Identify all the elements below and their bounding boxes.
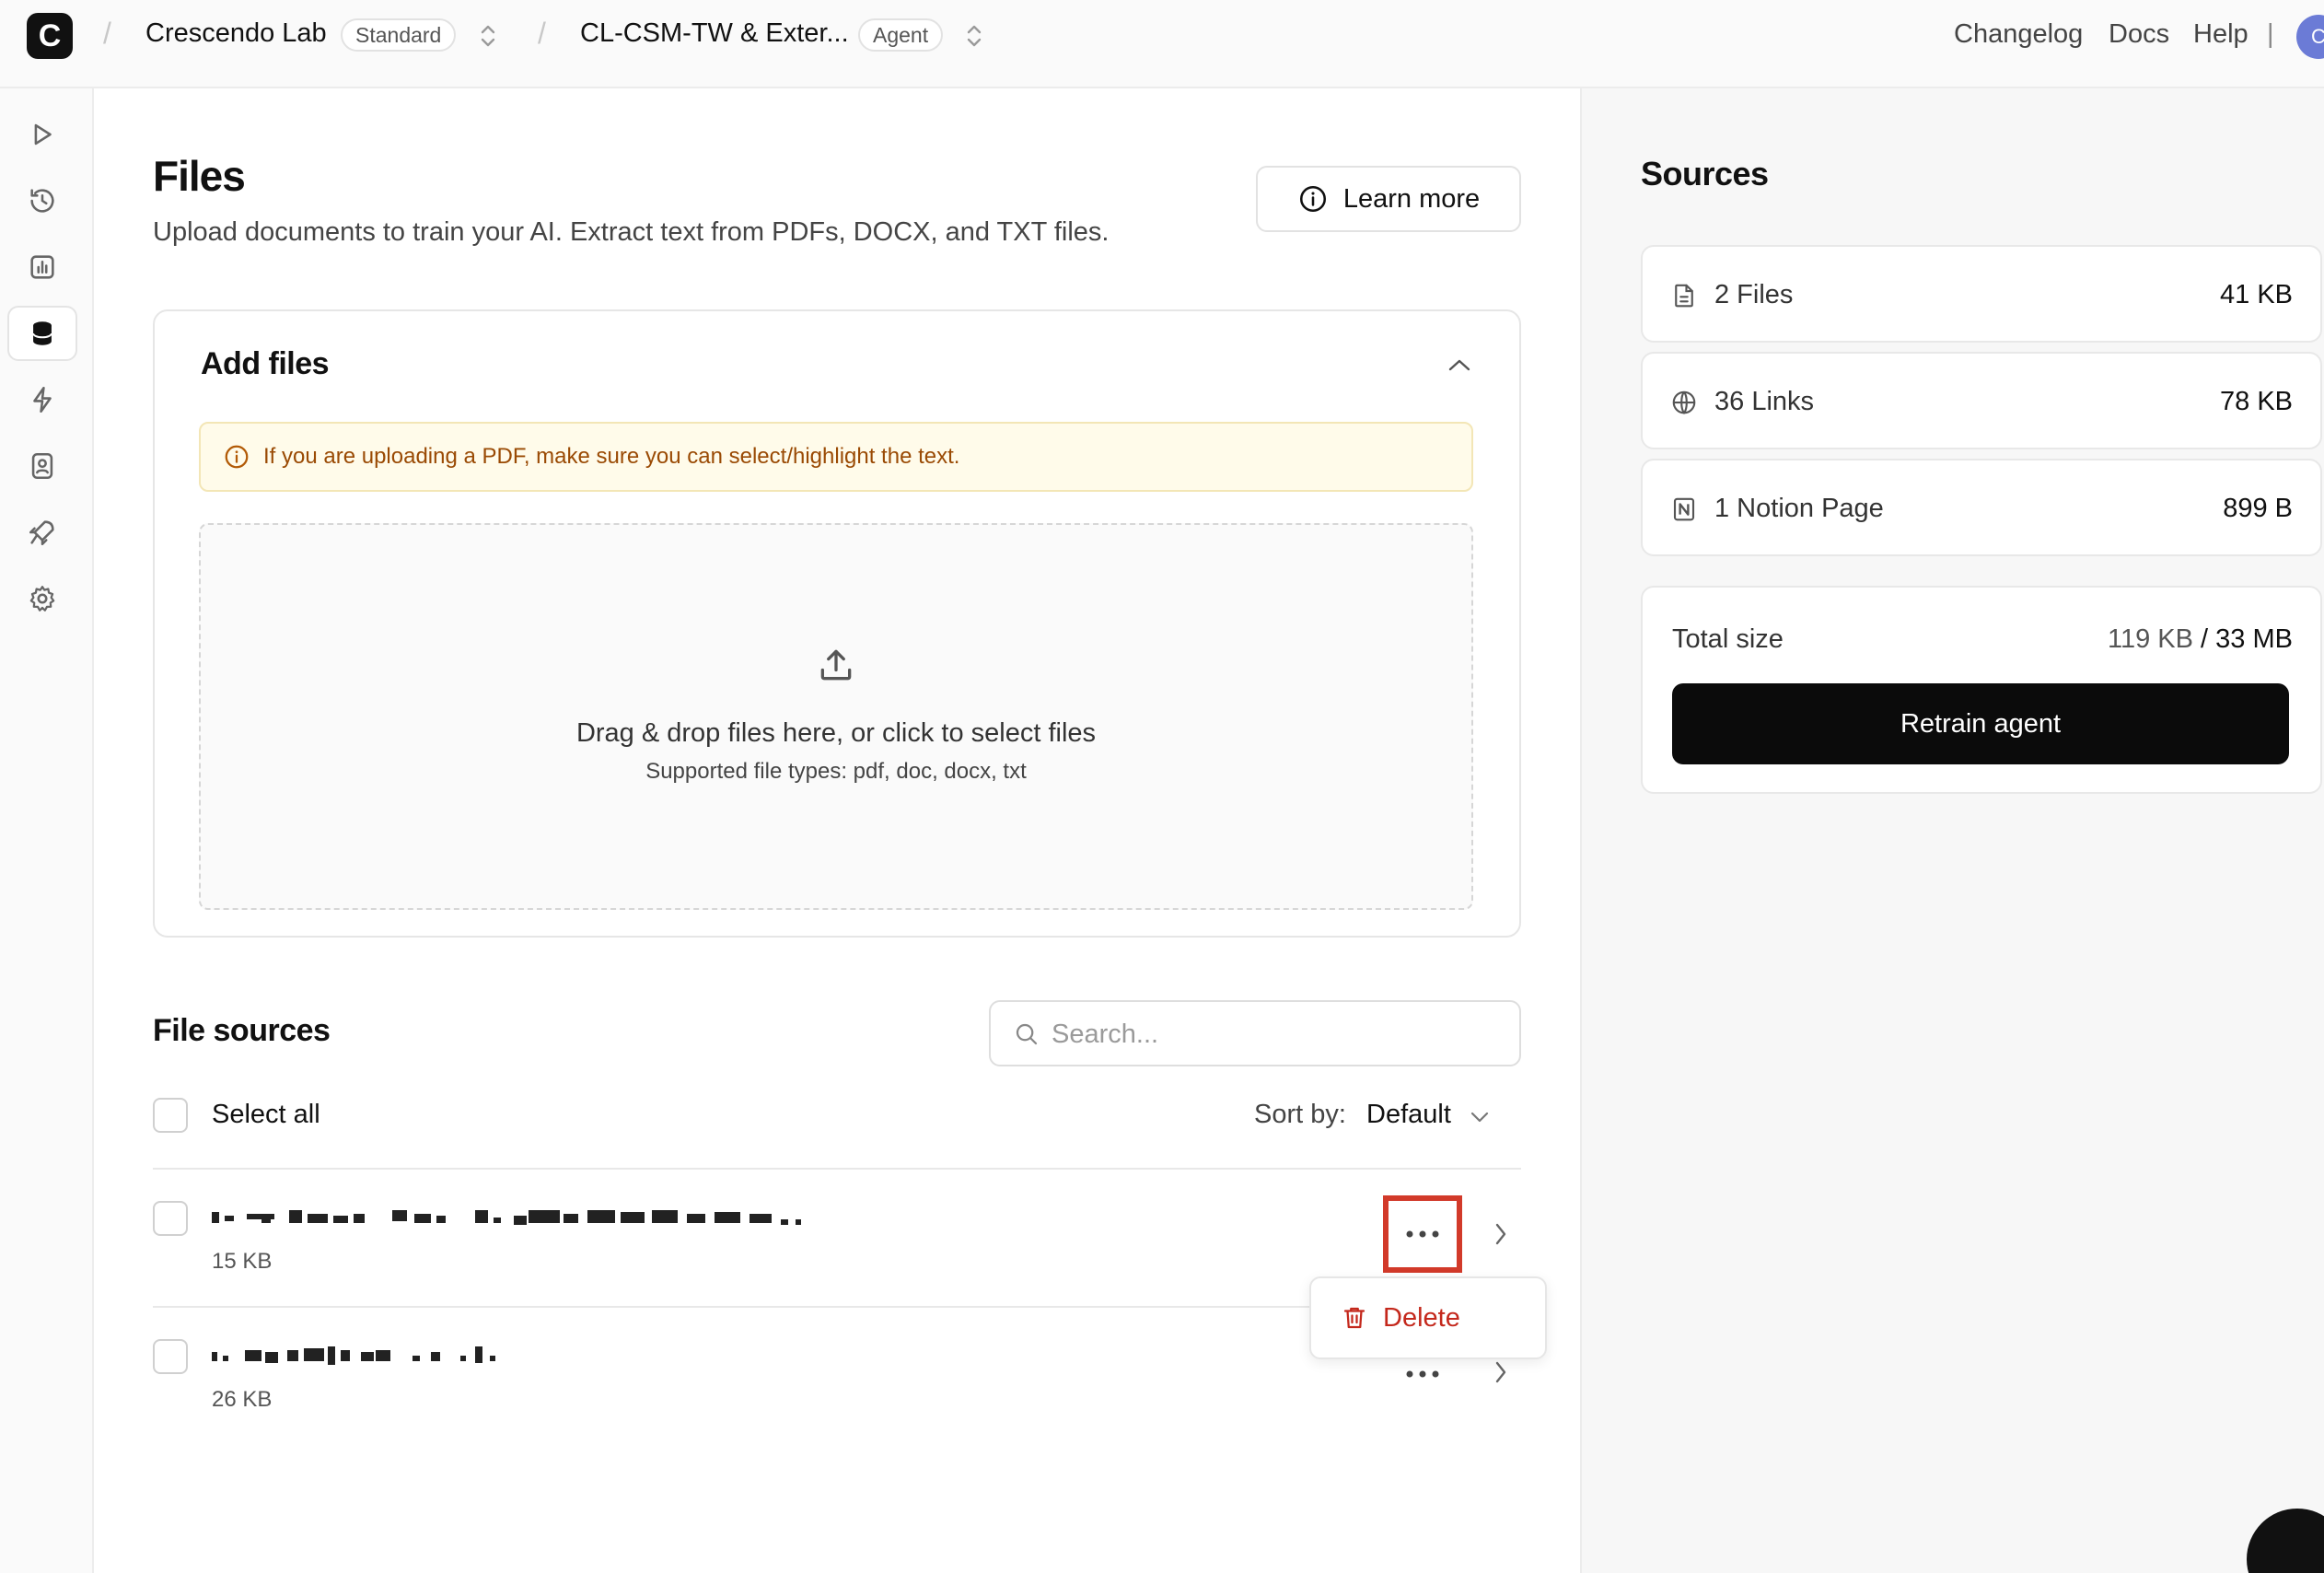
chevron-down-icon[interactable] (1470, 1111, 1490, 1124)
add-files-title: Add files (201, 346, 330, 381)
total-used: 119 KB (2108, 624, 2193, 654)
sources-links-label: 36 Links (1714, 387, 1815, 416)
topbar-separator: | (2267, 19, 2274, 49)
chart-icon (30, 255, 54, 279)
trash-icon (1343, 1307, 1365, 1329)
nav-actions[interactable] (7, 372, 77, 427)
sources-title: Sources (1641, 155, 1769, 192)
app-logo[interactable]: C (27, 13, 73, 59)
page-title: Files (153, 152, 246, 200)
file-context-menu-delete[interactable]: Delete (1309, 1276, 1547, 1359)
dropzone-file-types: Supported file types: pdf, doc, docx, tx… (645, 759, 1027, 784)
chevron-right-icon[interactable] (1493, 1221, 1508, 1247)
page-subtitle: Upload documents to train your AI. Extra… (153, 217, 1110, 247)
select-all-checkbox[interactable] (153, 1098, 188, 1133)
file-icon (1675, 284, 1693, 308)
info-icon (1299, 185, 1326, 213)
left-nav-rail (0, 88, 94, 1573)
workspace-switcher-icon[interactable] (479, 22, 497, 50)
breadcrumb-separator: / (103, 17, 111, 50)
nav-contacts[interactable] (7, 438, 77, 494)
sources-notion-card: 1 Notion Page 899 B (1641, 459, 2322, 556)
total-size-value: 119 KB / 33 MB (2108, 624, 2293, 655)
file-row-checkbox[interactable] (153, 1339, 188, 1374)
file-row-checkbox[interactable] (153, 1201, 188, 1236)
learn-more-button[interactable]: Learn more (1256, 166, 1521, 232)
workspace-name[interactable]: Crescendo Lab (145, 18, 327, 49)
sort-label: Sort by: (1254, 1100, 1346, 1129)
more-horizontal-icon (1406, 1230, 1439, 1238)
breadcrumb-separator: / (538, 17, 546, 50)
sources-files-size: 41 KB (2220, 280, 2293, 309)
file-sources-title: File sources (153, 1013, 331, 1048)
total-limit: 33 MB (2215, 624, 2293, 654)
gear-icon (29, 586, 55, 612)
sources-files-card: 2 Files 41 KB (1641, 245, 2322, 343)
sources-panel: Sources 2 Files 41 KB 36 Links 78 KB 1 N… (1580, 88, 2324, 1573)
dropzone-instruction: Drag & drop files here, or click to sele… (575, 718, 1097, 748)
sort-select[interactable]: Default (1366, 1100, 1451, 1130)
more-horizontal-icon (1406, 1370, 1439, 1378)
workspace-plan-badge: Standard (341, 18, 457, 52)
nav-analytics[interactable] (7, 239, 77, 295)
history-icon (30, 189, 54, 213)
sources-notion-label: 1 Notion Page (1714, 494, 1884, 523)
globe-icon (1672, 390, 1696, 414)
agent-switcher-icon[interactable] (965, 22, 983, 50)
add-files-card: Add files If you are uploading a PDF, ma… (153, 309, 1521, 938)
play-icon (34, 123, 52, 146)
delete-label: Delete (1383, 1302, 1460, 1333)
user-avatar[interactable]: C (2296, 15, 2324, 59)
learn-more-label: Learn more (1342, 183, 1481, 214)
redacted-file-name (212, 1346, 495, 1365)
file-dropzone[interactable]: Drag & drop files here, or click to sele… (199, 523, 1473, 910)
total-size-label: Total size (1672, 624, 1784, 654)
nav-settings[interactable] (7, 571, 77, 626)
sources-notion-size: 899 B (2223, 494, 2293, 523)
nav-activity[interactable] (7, 173, 77, 228)
file-options-button[interactable] (1383, 1195, 1462, 1273)
list-divider (153, 1168, 1521, 1170)
retrain-agent-button[interactable]: Retrain agent (1672, 683, 2289, 764)
logo-letter: C (38, 17, 62, 53)
contact-icon (31, 452, 53, 480)
search-box (989, 1000, 1521, 1066)
changelog-link[interactable]: Changelog (1954, 19, 2083, 50)
top-bar: C / Crescendo Lab Standard / CL-CSM-TW &… (0, 0, 2324, 88)
nav-playground[interactable] (7, 107, 77, 162)
total-size-card: Total size 119 KB / 33 MB Retrain agent (1641, 586, 2322, 794)
agent-badge: Agent (858, 18, 944, 52)
upload-icon (820, 649, 852, 681)
nav-deploy[interactable] (7, 505, 77, 560)
sources-links-size: 78 KB (2220, 387, 2293, 416)
rocket-icon (29, 520, 54, 546)
bolt-icon (33, 386, 52, 414)
agent-name[interactable]: CL-CSM-TW & Exter... (580, 18, 849, 49)
notion-icon (1673, 497, 1695, 521)
search-icon (1016, 1023, 1038, 1045)
avatar-letter: C (2311, 25, 2324, 48)
sources-files-label: 2 Files (1714, 280, 1794, 309)
info-icon (225, 445, 249, 469)
chevron-right-icon[interactable] (1493, 1359, 1508, 1385)
nav-sources[interactable] (7, 306, 77, 361)
redacted-file-name (212, 1210, 801, 1225)
database-icon (32, 321, 52, 345)
docs-link[interactable]: Docs (2109, 19, 2169, 50)
chevron-up-icon[interactable] (1447, 357, 1471, 372)
pdf-notice-text: If you are uploading a PDF, make sure yo… (263, 444, 960, 469)
file-size: 26 KB (212, 1387, 273, 1412)
pdf-notice: If you are uploading a PDF, make sure yo… (199, 422, 1473, 492)
help-link[interactable]: Help (2193, 19, 2248, 50)
file-size: 15 KB (212, 1249, 273, 1274)
select-all-label[interactable]: Select all (212, 1100, 320, 1130)
sources-links-card: 36 Links 78 KB (1641, 352, 2322, 449)
search-input[interactable] (1052, 1013, 1503, 1055)
total-separator: / (2193, 624, 2216, 654)
